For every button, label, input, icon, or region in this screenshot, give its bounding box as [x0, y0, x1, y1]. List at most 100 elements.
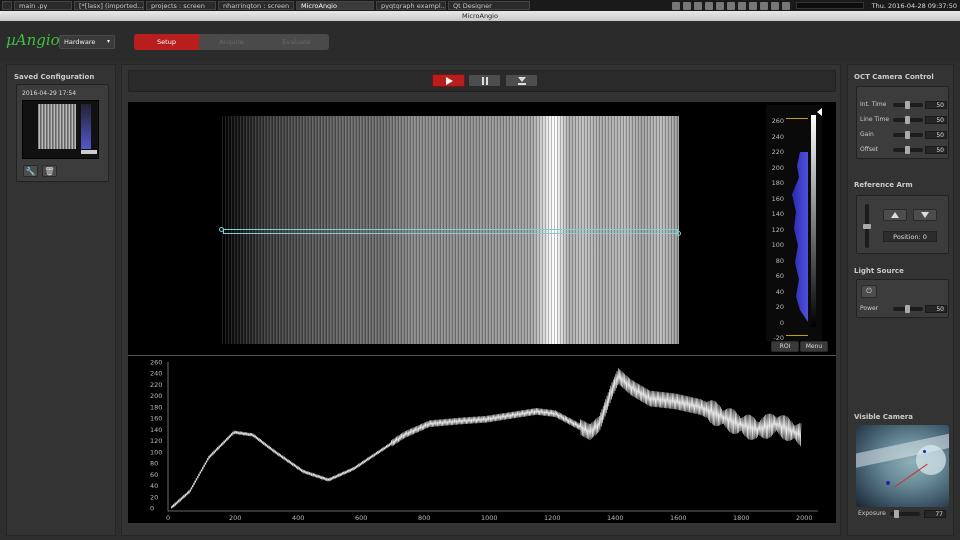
transport-bar — [128, 70, 836, 92]
browser-icon[interactable] — [671, 1, 680, 10]
level-line-top[interactable] — [786, 118, 808, 119]
delete-config-button[interactable]: 🗑 — [42, 165, 57, 177]
task-microangio[interactable]: MicroAngio — [296, 1, 374, 10]
hardware-select[interactable]: Hardware ▾ — [59, 35, 115, 49]
histogram-tick-label: 20 — [775, 303, 784, 311]
visible-camera-title: Visible Camera — [854, 413, 913, 421]
y-tick-label: 220 — [150, 381, 162, 389]
oct-camera-title: OCT Camera Control — [854, 73, 934, 81]
y-tick-label: 80 — [150, 460, 158, 468]
menu-button[interactable]: Menu — [800, 341, 828, 352]
cpu-graph — [795, 2, 864, 9]
task-main-py[interactable]: main .py — [14, 1, 72, 10]
histogram-tick-label: 120 — [771, 225, 784, 234]
arm-down-button[interactable] — [913, 209, 937, 221]
roi-handle-left[interactable] — [219, 227, 224, 232]
window-titlebar[interactable]: MicroAngio — [0, 11, 960, 21]
y-tick-label: 140 — [150, 426, 162, 434]
download-icon — [517, 76, 526, 85]
task-pyqtgraph[interactable]: pyqtgraph exampl... — [376, 1, 446, 10]
exposure-slider[interactable] — [890, 510, 920, 518]
level-line-bottom[interactable] — [786, 335, 808, 336]
reference-arm-slider[interactable] — [863, 204, 871, 248]
task-projects[interactable]: projects : screen — [146, 1, 216, 10]
window-icon[interactable] — [715, 1, 724, 10]
tab-setup[interactable]: Setup — [134, 34, 199, 50]
y-tick-label: 240 — [150, 370, 162, 378]
notification-icon[interactable] — [781, 1, 790, 10]
window-title: MicroAngio — [462, 12, 498, 20]
volume-icon[interactable] — [748, 1, 757, 10]
settings-icon[interactable] — [759, 1, 768, 10]
window-icon[interactable] — [693, 1, 702, 10]
int-time-label: Int. Time — [860, 101, 887, 108]
pause-button[interactable] — [468, 74, 501, 87]
histogram-tick-label: 180 — [771, 179, 784, 187]
line-time-slider[interactable] — [893, 116, 923, 124]
x-tick-label: 1600 — [670, 514, 687, 522]
histogram-tick-label: 220 — [771, 148, 784, 156]
arm-up-button[interactable] — [883, 209, 907, 221]
gain-slider[interactable] — [893, 131, 923, 139]
clock: Thu. 2016-04-28 09:37:50 — [871, 1, 957, 10]
histogram-tick-label: 240 — [771, 132, 784, 141]
offset-slider[interactable] — [893, 146, 923, 154]
visible-camera-feed[interactable] — [856, 425, 949, 507]
play-icon — [445, 76, 453, 85]
x-tick-label: 1000 — [481, 514, 498, 522]
image-view[interactable]: 260 240 220 200 180 160 140 120 100 80 60 40 20 0 -20 … — [128, 102, 836, 355]
saved-config-card[interactable]: 2016-04-29 17:54 🔧 🗑 — [16, 84, 109, 182]
save-button[interactable] — [505, 74, 538, 87]
power-label: Power — [860, 305, 879, 312]
window-icon[interactable] — [704, 1, 713, 10]
task-nharrington[interactable]: nharrington : screen — [218, 1, 294, 10]
system-menu-icon[interactable] — [2, 1, 12, 10]
window-icon[interactable] — [682, 1, 691, 10]
y-tick-label: 60 — [150, 471, 158, 479]
taskbar: main .py [*[lasx] (imported... projects … — [0, 0, 960, 11]
roi-handle-right[interactable] — [676, 231, 681, 236]
tab-acquire[interactable]: Acquire — [199, 34, 264, 50]
main-panel: 260 240 220 200 180 160 140 120 100 80 60 40 20 0 -20 … — [121, 64, 841, 536]
histogram-tick-label: 40 — [775, 287, 784, 296]
task-qt-designer[interactable]: Qt Designer — [448, 1, 530, 10]
gradient-handle-icon[interactable] — [817, 108, 822, 116]
roi-button[interactable]: ROI — [771, 341, 799, 352]
reference-arm-title: Reference Arm — [854, 181, 913, 189]
histogram-tick-label: 260 — [771, 117, 784, 125]
y-tick-label: 40 — [150, 482, 158, 490]
window-icon[interactable] — [726, 1, 735, 10]
edit-config-button[interactable]: 🔧 — [23, 165, 38, 177]
int-time-slider[interactable] — [893, 101, 923, 109]
x-tick-label: 400 — [292, 514, 304, 522]
light-source-title: Light Source — [854, 267, 904, 275]
profile-plot[interactable]: 260 240 220 200 180 160 140 120 100 80 60 40 20 0 0 200… — [128, 355, 836, 523]
offset-label: Offset — [860, 146, 879, 153]
roi-line[interactable] — [223, 229, 678, 234]
histogram-lut[interactable]: 260 240 220 200 180 160 140 120 100 80 60 40 20 0 -20 — [766, 105, 822, 342]
y-tick-label: 260 — [150, 359, 162, 367]
int-time-value[interactable]: 50 — [925, 101, 947, 109]
power-slider[interactable] — [893, 305, 923, 313]
power-icon[interactable] — [770, 1, 779, 10]
gradient-bar[interactable] — [811, 115, 816, 327]
network-icon[interactable] — [737, 1, 746, 10]
line-time-label: Line Time — [860, 116, 890, 123]
system-tray: Thu. 2016-04-28 09:37:50 — [669, 0, 960, 11]
arrow-up-icon — [891, 212, 899, 218]
exposure-value[interactable]: 77 — [924, 510, 946, 518]
offset-value[interactable]: 50 — [925, 146, 947, 154]
task-lasx[interactable]: [*[lasx] (imported... — [74, 1, 144, 10]
histogram-tick-label: 0 — [779, 318, 784, 327]
hardware-select-value: Hardware — [64, 38, 96, 46]
histogram-tick-label: 200 — [771, 163, 784, 172]
tab-evaluate[interactable]: Evaluate — [264, 34, 329, 50]
line-time-value[interactable]: 50 — [925, 116, 947, 124]
y-tick-label: 200 — [150, 392, 162, 400]
light-power-button[interactable]: ⏻ — [861, 285, 877, 298]
gain-value[interactable]: 50 — [925, 131, 947, 139]
power-value[interactable]: 50 — [925, 305, 947, 313]
trash-icon: 🗑 — [44, 166, 55, 176]
saved-config-thumbnail[interactable] — [22, 100, 99, 159]
play-button[interactable] — [432, 74, 465, 87]
